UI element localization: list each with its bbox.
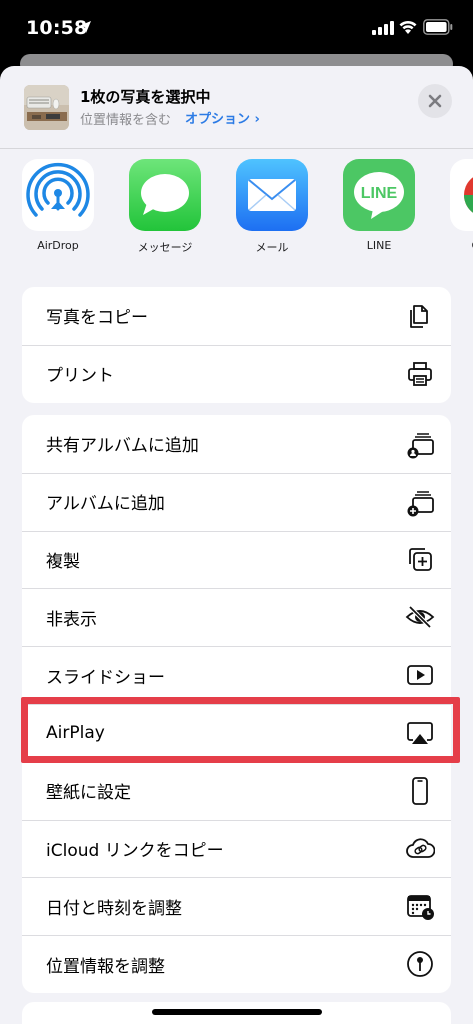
home-indicator <box>152 1009 322 1015</box>
action-add-shared-album[interactable]: 共有アルバムに追加 <box>22 415 451 473</box>
action-label: 位置情報を調整 <box>46 956 165 977</box>
action-group-primary: 写真をコピー プリント <box>22 287 451 403</box>
action-label: 壁紙に設定 <box>46 783 131 804</box>
action-adjust-date-time[interactable]: 日付と時刻を調整 <box>22 877 451 935</box>
share-header: 1枚の写真を選択中 位置情報を含む オプション › <box>0 66 473 149</box>
location-subtitle: 位置情報を含む <box>80 113 172 128</box>
action-label: スライドショー <box>46 667 165 688</box>
duplicate-icon <box>403 542 437 576</box>
action-slideshow[interactable]: スライドショー <box>22 646 451 704</box>
action-print[interactable]: プリント <box>22 344 451 403</box>
calendar-clock-icon <box>403 889 437 923</box>
action-group-secondary: 共有アルバムに追加 アルバムに追加 複製 非表示 スライドショー AirPlay… <box>22 415 451 993</box>
selection-title: 1枚の写真を選択中 <box>80 88 211 106</box>
action-label: アルバムに追加 <box>46 494 165 515</box>
share-sheet: 1枚の写真を選択中 位置情報を含む オプション › AirDrop メッセージ … <box>0 66 473 1024</box>
cellular-signal-icon <box>372 21 394 35</box>
close-button[interactable] <box>418 84 452 118</box>
icloud-link-icon <box>403 831 437 865</box>
app-airdrop[interactable]: AirDrop <box>13 159 103 252</box>
wifi-icon <box>399 20 417 34</box>
copy-icon <box>403 299 437 333</box>
status-bar: 10:58 <box>0 0 473 58</box>
action-label: 写真をコピー <box>46 308 148 329</box>
airdrop-icon <box>22 159 94 231</box>
add-album-icon <box>403 485 437 519</box>
line-icon-text: LINE <box>361 185 398 202</box>
slideshow-icon <box>403 658 437 692</box>
action-set-wallpaper[interactable]: 壁紙に設定 <box>22 761 451 820</box>
phone-icon <box>403 774 437 808</box>
photo-thumbnail <box>24 85 69 130</box>
action-label: iCloud リンクをコピー <box>46 840 224 861</box>
app-line[interactable]: LINE LINE <box>334 159 424 252</box>
options-link[interactable]: オプション › <box>185 108 260 127</box>
line-icon: LINE <box>343 159 415 231</box>
app-label: メール <box>255 241 289 254</box>
action-label: 複製 <box>46 551 80 572</box>
action-label: プリント <box>46 366 114 387</box>
action-copy-icloud-link[interactable]: iCloud リンクをコピー <box>22 819 451 878</box>
battery-icon <box>423 19 453 35</box>
app-label: LINE <box>366 239 392 252</box>
share-app-row: AirDrop メッセージ メール LINE LINE <box>0 159 473 269</box>
action-label: 共有アルバムに追加 <box>46 436 199 457</box>
action-airplay[interactable]: AirPlay <box>22 703 451 762</box>
airplay-icon <box>403 716 437 750</box>
close-icon <box>428 94 442 108</box>
printer-icon <box>403 357 437 391</box>
location-pin-icon <box>403 947 437 981</box>
action-hide[interactable]: 非表示 <box>22 588 451 646</box>
shared-album-icon <box>403 427 437 461</box>
messages-icon <box>129 159 201 231</box>
action-label: 非表示 <box>46 609 97 630</box>
action-label: 日付と時刻を調整 <box>46 898 182 919</box>
app-label: メッセージ <box>137 241 193 254</box>
mail-icon <box>236 159 308 231</box>
location-arrow-icon <box>79 21 91 33</box>
action-duplicate[interactable]: 複製 <box>22 530 451 589</box>
app-messages[interactable]: メッセージ <box>120 159 210 255</box>
app-label: AirDrop <box>37 239 79 252</box>
action-copy-photo[interactable]: 写真をコピー <box>22 287 451 345</box>
hide-eye-icon <box>403 600 437 634</box>
action-adjust-location[interactable]: 位置情報を調整 <box>22 935 451 993</box>
chrome-icon <box>450 159 473 231</box>
action-label: AirPlay <box>46 722 105 743</box>
app-label: Goog <box>441 239 473 252</box>
app-chrome[interactable]: Goog <box>441 159 473 252</box>
app-mail[interactable]: メール <box>227 159 317 255</box>
action-add-album[interactable]: アルバムに追加 <box>22 472 451 531</box>
